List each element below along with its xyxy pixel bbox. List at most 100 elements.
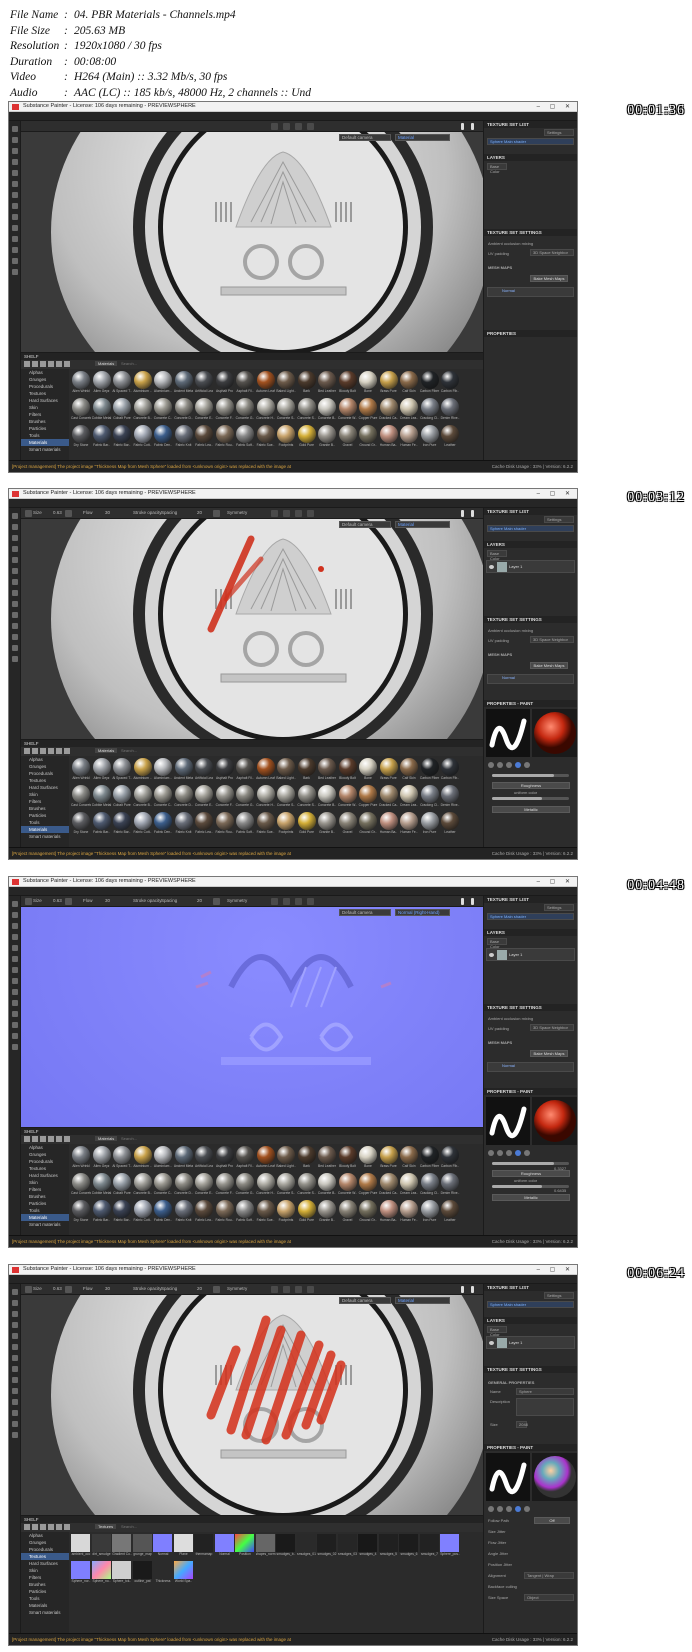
material-tile[interactable]: Fabric Sue.. [256, 425, 276, 451]
material-tile[interactable]: Ancient Meta [174, 758, 194, 784]
shelf-search[interactable]: Search... [121, 748, 137, 753]
material-tile[interactable]: Carbon Fib.. [440, 758, 460, 784]
material-tile[interactable]: Concrete S.. [276, 398, 296, 424]
material-tile[interactable]: Footprints [276, 812, 296, 838]
material-tile[interactable]: Asphalt Fil.. [235, 371, 255, 397]
shelf-category-4[interactable]: Hard Surfaces [21, 397, 69, 404]
material-tile[interactable]: Fabric Bar.. [92, 1200, 112, 1226]
3d-viewport[interactable]: Default camera Normal (Right-Hand) [21, 907, 483, 1127]
toolbar-icon[interactable] [283, 1286, 290, 1293]
tool-icon[interactable] [12, 1044, 18, 1050]
texture-tile[interactable]: World Spa.. [173, 1561, 194, 1587]
toolbar-icon[interactable] [471, 1286, 474, 1293]
material-tile[interactable]: Alien Wrinkl [71, 371, 91, 397]
texture-tile[interactable]: Position [235, 1534, 255, 1560]
material-tile[interactable]: Cobalt Pure [112, 1173, 132, 1199]
tool-icon[interactable] [12, 524, 18, 530]
material-tile[interactable]: Ground Gr.. [358, 1200, 378, 1226]
toolbar-icon[interactable] [271, 123, 278, 130]
tool-icon[interactable] [12, 978, 18, 984]
size-field[interactable]: 2048 [516, 1421, 528, 1428]
material-tile[interactable]: Ancient Meta [174, 371, 194, 397]
shelf-category-2[interactable]: Procedurals [21, 770, 69, 777]
toolbar-icon[interactable] [295, 123, 302, 130]
shelf-category-6[interactable]: Filters [21, 798, 69, 805]
tool-icon[interactable] [12, 645, 18, 651]
shelf-tool-icon[interactable] [32, 1524, 38, 1530]
tool-icon[interactable] [12, 557, 18, 563]
property-tab-icon[interactable] [515, 1150, 521, 1156]
shelf-category-6[interactable]: Filters [21, 1574, 69, 1581]
material-tile[interactable]: Human Fe.. [399, 1200, 419, 1226]
shelf-tool-icon[interactable] [56, 361, 62, 367]
material-tile[interactable]: Concrete F.. [215, 398, 235, 424]
3d-viewport[interactable]: Default camera Material [21, 132, 483, 352]
3d-viewport[interactable]: Default camera Material [21, 519, 483, 739]
tool-icon[interactable] [12, 1377, 18, 1383]
material-tile[interactable]: Concrete W.. [338, 398, 358, 424]
channel-dropdown[interactable]: Base Color [487, 163, 507, 174]
tool-icon[interactable] [12, 546, 18, 552]
material-tile[interactable]: Calf Skin [399, 1146, 419, 1172]
window-controls[interactable]: – ▢ ✕ [537, 490, 574, 497]
material-tile[interactable]: Cast Concrete [71, 1173, 91, 1199]
shelf-tool-icon[interactable] [24, 361, 30, 367]
material-tile[interactable]: Dry Stone [71, 812, 91, 838]
shelf-tool-icon[interactable] [40, 1524, 46, 1530]
material-tile[interactable]: Cream Lea.. [399, 1173, 419, 1199]
shelf-category-7[interactable]: Brushes [21, 418, 69, 425]
material-tile[interactable]: Ground Gr.. [358, 812, 378, 838]
tool-icon[interactable] [12, 579, 18, 585]
material-tile[interactable]: Alien Geyz [92, 758, 112, 784]
shelf-tab[interactable]: Materials [95, 748, 118, 753]
tool-icon[interactable] [12, 945, 18, 951]
toolbar-icon[interactable] [271, 898, 278, 905]
roughness-channel[interactable]: Roughness [492, 782, 570, 789]
shelf-category-3[interactable]: Textures [21, 390, 69, 397]
material-tile[interactable]: Bark [297, 1146, 317, 1172]
alignment-dropdown[interactable]: Tangent | Wrap [524, 1572, 574, 1579]
roughness-slider[interactable] [492, 797, 569, 800]
shelf-tool-icon[interactable] [40, 361, 46, 367]
material-tile[interactable]: Fabric Lea.. [194, 812, 214, 838]
shelf-category-9[interactable]: Tools [21, 819, 69, 826]
material-tile[interactable]: Cracking Cl.. [420, 398, 440, 424]
material-tile[interactable]: Leather [440, 425, 460, 451]
tool-icon[interactable] [12, 1399, 18, 1405]
tool-icon[interactable] [12, 923, 18, 929]
window-controls[interactable]: – ▢ ✕ [537, 1266, 574, 1273]
material-tile[interactable]: Concrete E.. [194, 785, 214, 811]
tool-icon[interactable] [12, 1344, 18, 1350]
settings-dropdown[interactable]: Settings [544, 516, 574, 523]
texture-tile[interactable]: smudges_6 [399, 1534, 419, 1560]
material-tile[interactable]: Fabric Knit [174, 812, 194, 838]
shelf-category-1[interactable]: Grunges [21, 376, 69, 383]
material-tile[interactable]: Bark [297, 371, 317, 397]
shelf-tab[interactable]: Textures [95, 1524, 117, 1529]
tool-icon[interactable] [12, 912, 18, 918]
toolbar-icon[interactable] [461, 510, 464, 517]
property-tab-icon[interactable] [497, 1150, 503, 1156]
material-tile[interactable]: Asphalt Pro [215, 758, 235, 784]
material-tile[interactable]: Baked Light.. [276, 758, 296, 784]
texture-tile[interactable]: Plane [173, 1534, 194, 1560]
material-tile[interactable]: Concrete B.. [133, 1173, 153, 1199]
material-tile[interactable]: Concrete G.. [235, 398, 255, 424]
texture-tile[interactable]: Sphere_no.. [91, 1561, 112, 1587]
material-tile[interactable]: Cast Concrete [71, 398, 91, 424]
settings-dropdown[interactable]: Settings [544, 904, 574, 911]
tool-icon[interactable] [12, 967, 18, 973]
material-tile[interactable]: Concrete E.. [194, 398, 214, 424]
texture-tile[interactable]: shapes_norm [255, 1534, 276, 1560]
shelf-category-11[interactable]: Smart materials [21, 1221, 69, 1228]
material-tile[interactable]: Granite B.. [317, 812, 337, 838]
texture-tile[interactable]: Normal [153, 1534, 173, 1560]
material-tile[interactable]: Dry Stone [71, 1200, 91, 1226]
tool-icon[interactable] [12, 214, 18, 220]
shelf-search[interactable]: Search... [121, 1136, 137, 1141]
tool-icon[interactable] [12, 1421, 18, 1427]
channel-dropdown[interactable]: Base Color [487, 1326, 507, 1337]
material-tile[interactable]: Iron Pure [420, 1200, 440, 1226]
shelf-tool-icon[interactable] [64, 1136, 70, 1142]
uv-padding-dropdown[interactable]: 3D Space Neighbor [530, 636, 574, 643]
